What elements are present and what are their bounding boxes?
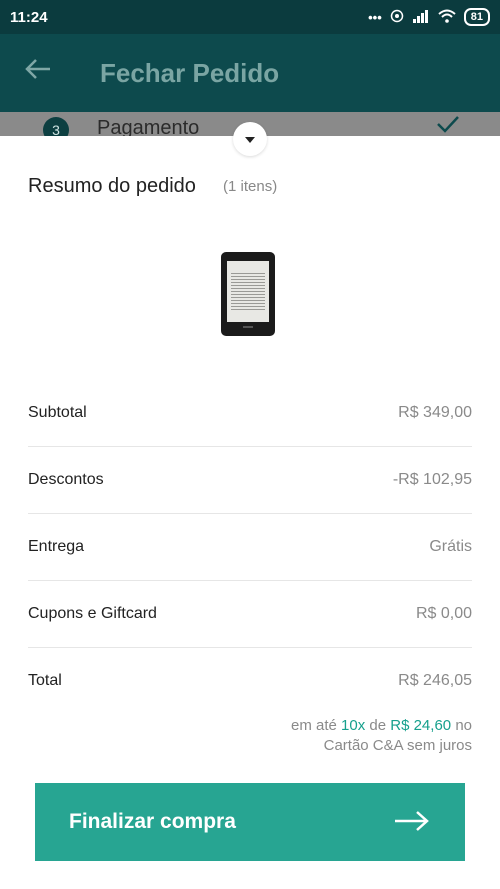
ereader-image	[221, 252, 275, 336]
row-value: R$ 0,00	[415, 605, 472, 622]
row-value: -R$ 102,95	[392, 471, 472, 488]
installment-suffix: no	[455, 717, 472, 734]
arrow-right-icon	[393, 806, 431, 838]
row-total: Total R$ 246,05	[28, 648, 472, 714]
notification-dots-icon: •••	[368, 9, 382, 25]
installment-prefix: em até	[291, 717, 337, 734]
arrow-left-icon[interactable]	[24, 54, 52, 86]
summary-item-count: (1 itens)	[223, 178, 278, 195]
row-value: R$ 349,00	[398, 404, 472, 421]
row-label: Cupons e Giftcard	[28, 605, 157, 622]
row-label: Entrega	[28, 538, 85, 555]
row-label: Total	[28, 672, 62, 689]
finalize-purchase-button[interactable]: Finalizar compra	[35, 783, 465, 861]
installment-middle: de	[369, 717, 387, 734]
page-title: Fechar Pedido	[100, 58, 280, 88]
status-bar: 11:24 ••• 81	[0, 0, 500, 34]
row-cupons: Cupons e Giftcard R$ 0,00	[28, 581, 472, 648]
installment-info: em até 10x de R$ 24,60 no Cartão C&A sem…	[291, 716, 472, 756]
row-entrega: Entrega Grátis	[28, 514, 472, 581]
row-subtotal: Subtotal R$ 349,00	[28, 380, 472, 447]
installment-amount: R$ 24,60	[390, 717, 452, 734]
wifi-icon	[438, 9, 456, 26]
hotspot-icon	[390, 9, 404, 26]
step-label: Pagamento	[97, 117, 200, 136]
row-label: Descontos	[28, 471, 104, 488]
row-label: Subtotal	[28, 404, 87, 421]
installment-line2: Cartão C&A sem juros	[323, 737, 472, 754]
installment-count: 10x	[341, 717, 366, 734]
battery-icon: 81	[463, 8, 490, 26]
row-value: R$ 246,05	[398, 672, 472, 689]
checkmark-icon	[436, 112, 460, 136]
status-icons: ••• 81	[368, 8, 490, 26]
status-time: 11:24	[10, 8, 48, 26]
finalize-purchase-label: Finalizar compra	[69, 810, 236, 833]
row-descontos: Descontos -R$ 102,95	[28, 447, 472, 514]
summary-title: Resumo do pedido	[28, 175, 196, 197]
app-bar: Fechar Pedido	[0, 34, 500, 112]
signal-icon	[412, 9, 430, 26]
row-value: Grátis	[429, 538, 472, 555]
chevron-down-icon[interactable]	[233, 122, 267, 156]
step-number: 3	[43, 117, 69, 136]
